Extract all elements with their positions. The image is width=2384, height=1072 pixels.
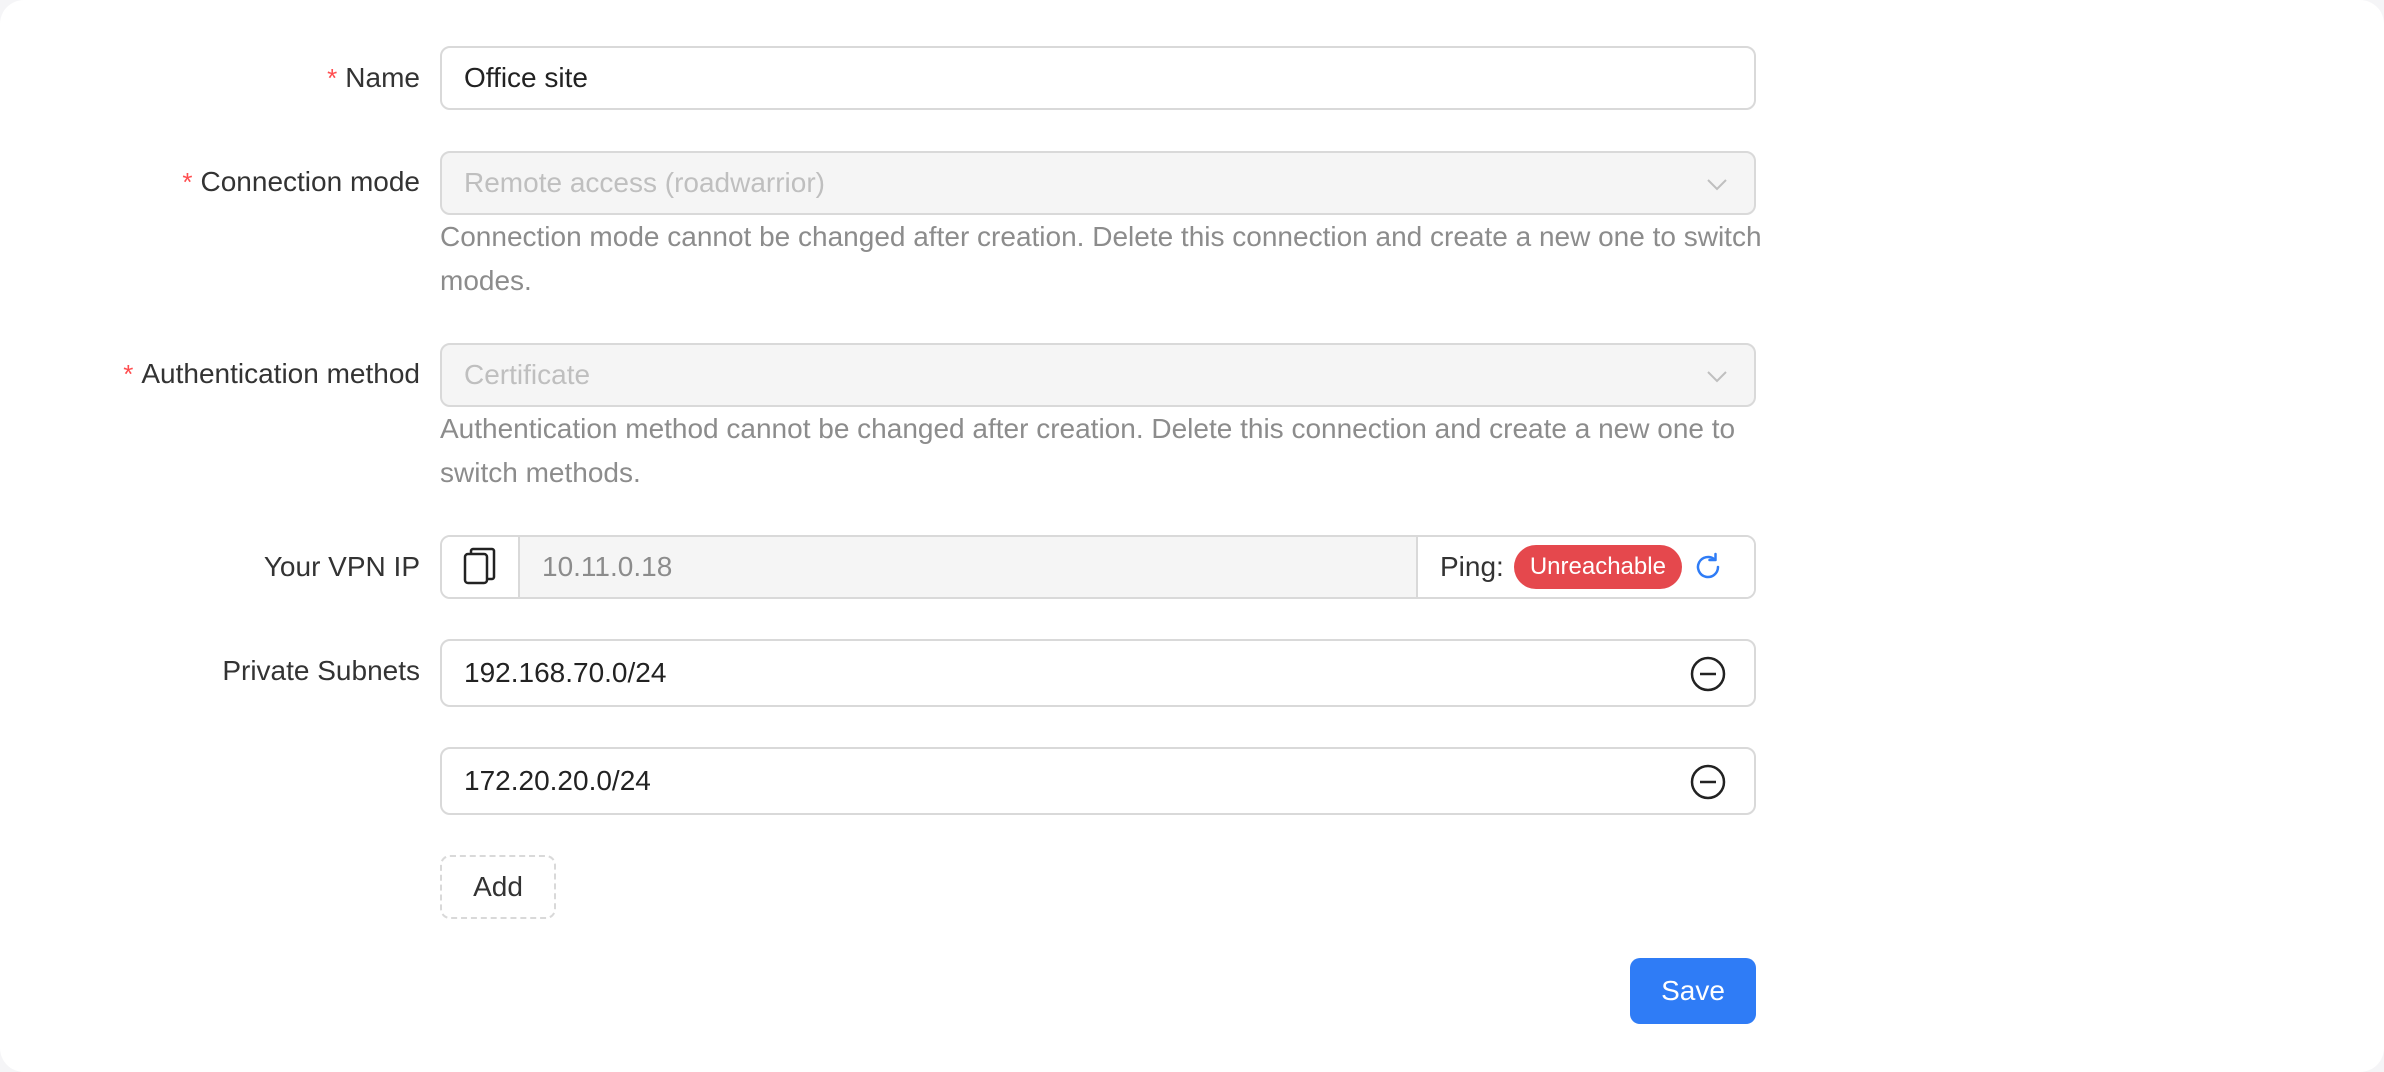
subnet-input[interactable]: 192.168.70.0/24 bbox=[440, 639, 1756, 707]
subnet-value: 192.168.70.0/24 bbox=[464, 657, 667, 688]
minus-circle-icon[interactable] bbox=[1690, 764, 1726, 800]
connection-form-card: * Name Office site * Connection mode Remot… bbox=[0, 0, 2384, 1072]
auth-method-select[interactable]: Certificate bbox=[440, 343, 1756, 407]
connection-mode-select[interactable]: Remote access (roadwarrior) bbox=[440, 151, 1756, 215]
required-mark: * bbox=[123, 359, 134, 389]
chevron-down-icon bbox=[1707, 179, 1727, 191]
vpn-ip-label: Your VPN IP bbox=[263, 551, 420, 582]
vpn-ip-value: 10.11.0.18 bbox=[520, 537, 1416, 597]
ping-status-badge: Unreachable bbox=[1513, 545, 1682, 589]
required-mark: * bbox=[182, 167, 193, 197]
ping-label: Ping: bbox=[1440, 551, 1504, 582]
auth-method-label: * Authentication method bbox=[123, 358, 420, 389]
refresh-icon[interactable] bbox=[1692, 551, 1724, 583]
chevron-down-icon bbox=[1707, 371, 1727, 383]
copy-icon bbox=[463, 547, 496, 585]
name-label: * Name bbox=[327, 62, 420, 93]
connection-mode-value: Remote access (roadwarrior) bbox=[464, 167, 825, 198]
connection-mode-label: * Connection mode bbox=[182, 166, 420, 197]
add-subnet-button[interactable]: Add bbox=[440, 855, 556, 919]
connection-mode-help: Connection mode cannot be changed after … bbox=[440, 221, 1762, 296]
required-mark: * bbox=[327, 63, 338, 93]
name-input[interactable]: Office site bbox=[440, 46, 1756, 110]
vpn-ip-group: 10.11.0.18 Ping: Unreachable bbox=[440, 535, 1756, 599]
auth-method-value: Certificate bbox=[464, 359, 591, 390]
subnet-value: 172.20.20.0/24 bbox=[464, 765, 651, 796]
minus-circle-icon[interactable] bbox=[1690, 656, 1726, 692]
private-subnets-label: Private Subnets bbox=[222, 655, 420, 686]
save-button[interactable]: Save bbox=[1630, 958, 1756, 1024]
auth-method-help: Authentication method cannot be changed … bbox=[440, 413, 1736, 488]
ping-status: Ping: Unreachable bbox=[1416, 537, 1754, 597]
subnet-input[interactable]: 172.20.20.0/24 bbox=[440, 747, 1756, 815]
copy-button[interactable] bbox=[442, 537, 520, 597]
